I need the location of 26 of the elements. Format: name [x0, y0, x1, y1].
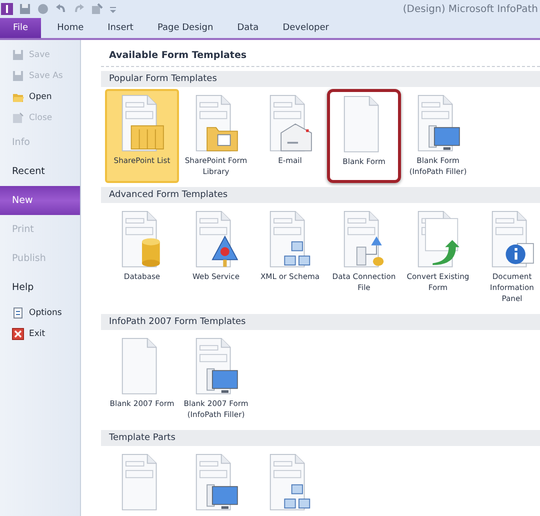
ribbon-tab[interactable]: Page Design	[149, 18, 222, 38]
backstage-tab[interactable]: Recent	[0, 157, 80, 186]
ribbon-tab[interactable]: Developer	[274, 18, 337, 38]
app-logo-icon	[1, 3, 13, 15]
ribbon-tab[interactable]: Home	[49, 18, 92, 38]
group-header: InfoPath 2007 Form Templates	[101, 314, 540, 330]
backstage-tab[interactable]: New	[0, 186, 80, 215]
menu-item[interactable]: Open	[0, 86, 80, 107]
preview-icon[interactable]	[91, 3, 103, 15]
document-icon	[12, 112, 24, 124]
menu-item[interactable]: Options	[0, 302, 80, 323]
document-icon	[12, 306, 24, 318]
close-icon	[12, 328, 24, 340]
window-title: (Design) Microsoft InfoPath	[402, 4, 539, 14]
menu-item[interactable]: Exit	[0, 323, 80, 344]
ribbon-tab[interactable]: Data	[229, 18, 267, 38]
group-header: Popular Form Templates	[101, 71, 540, 87]
section-heading: Available Form Templates	[101, 46, 540, 67]
backstage-tab[interactable]: Help	[0, 273, 80, 302]
ribbon-tab[interactable]: File	[0, 18, 42, 38]
group-header: Template Parts	[101, 430, 540, 446]
redo-icon[interactable]	[73, 3, 85, 15]
group-header: Advanced Form Templates	[101, 187, 540, 203]
save-icon[interactable]	[19, 3, 31, 15]
undo-icon[interactable]	[55, 3, 67, 15]
ribbon-tab[interactable]: Insert	[100, 18, 142, 38]
